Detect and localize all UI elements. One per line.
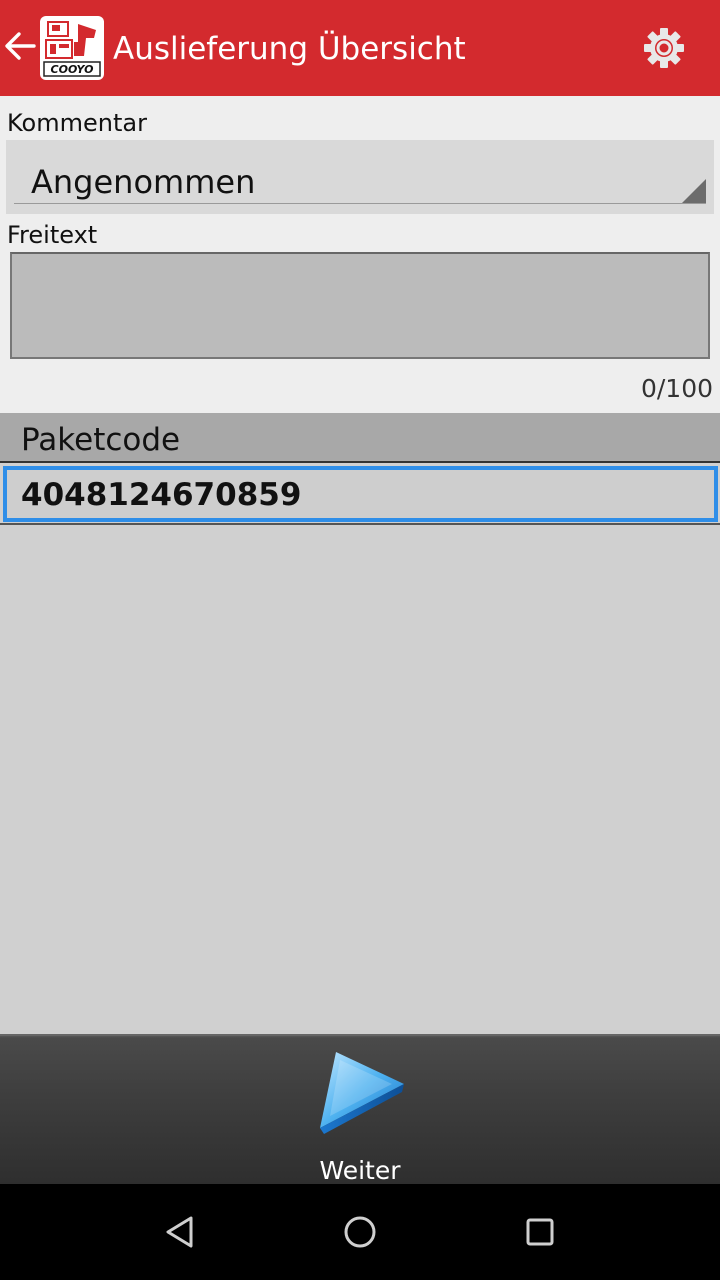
gear-icon [644, 28, 684, 68]
nav-recents-icon [526, 1218, 554, 1246]
nav-back-icon [166, 1216, 193, 1248]
arrow-left-icon [5, 32, 36, 60]
app-bar: COOYO Auslieferung Übersicht [0, 0, 720, 96]
weiter-button[interactable]: Weiter [290, 1040, 430, 1185]
nav-home-icon [344, 1216, 376, 1248]
paket-list [0, 525, 720, 1034]
char-counter: 0/100 [640, 374, 713, 403]
kommentar-label: Kommentar [7, 109, 147, 137]
dropdown-underline [14, 203, 706, 204]
app-logo: COOYO [40, 16, 104, 80]
page-title: Auslieferung Übersicht [113, 31, 466, 67]
paketcode-header-label: Paketcode [21, 422, 181, 458]
system-nav-bar [0, 1184, 720, 1280]
dropdown-arrow-icon [682, 179, 706, 203]
nav-back-button[interactable] [160, 1212, 200, 1252]
nav-recents-button[interactable] [520, 1212, 560, 1252]
settings-button[interactable] [640, 24, 688, 72]
nav-home-button[interactable] [340, 1212, 380, 1252]
bottom-action-bar: Weiter [0, 1034, 720, 1185]
kommentar-value: Angenommen [31, 163, 256, 201]
comment-form: Kommentar Angenommen Freitext 0/100 [0, 96, 720, 413]
weiter-label: Weiter [319, 1156, 401, 1185]
freitext-input[interactable] [10, 252, 710, 359]
freitext-label: Freitext [7, 221, 98, 249]
logo-text: COOYO [51, 63, 94, 76]
paketcode-value: 4048124670859 [21, 477, 302, 513]
paketcode-header: Paketcode [0, 413, 720, 463]
play-arrow-icon [320, 1052, 404, 1134]
back-button[interactable] [2, 26, 38, 66]
table-row[interactable]: 4048124670859 [3, 466, 718, 522]
kommentar-dropdown[interactable]: Angenommen [6, 140, 714, 214]
